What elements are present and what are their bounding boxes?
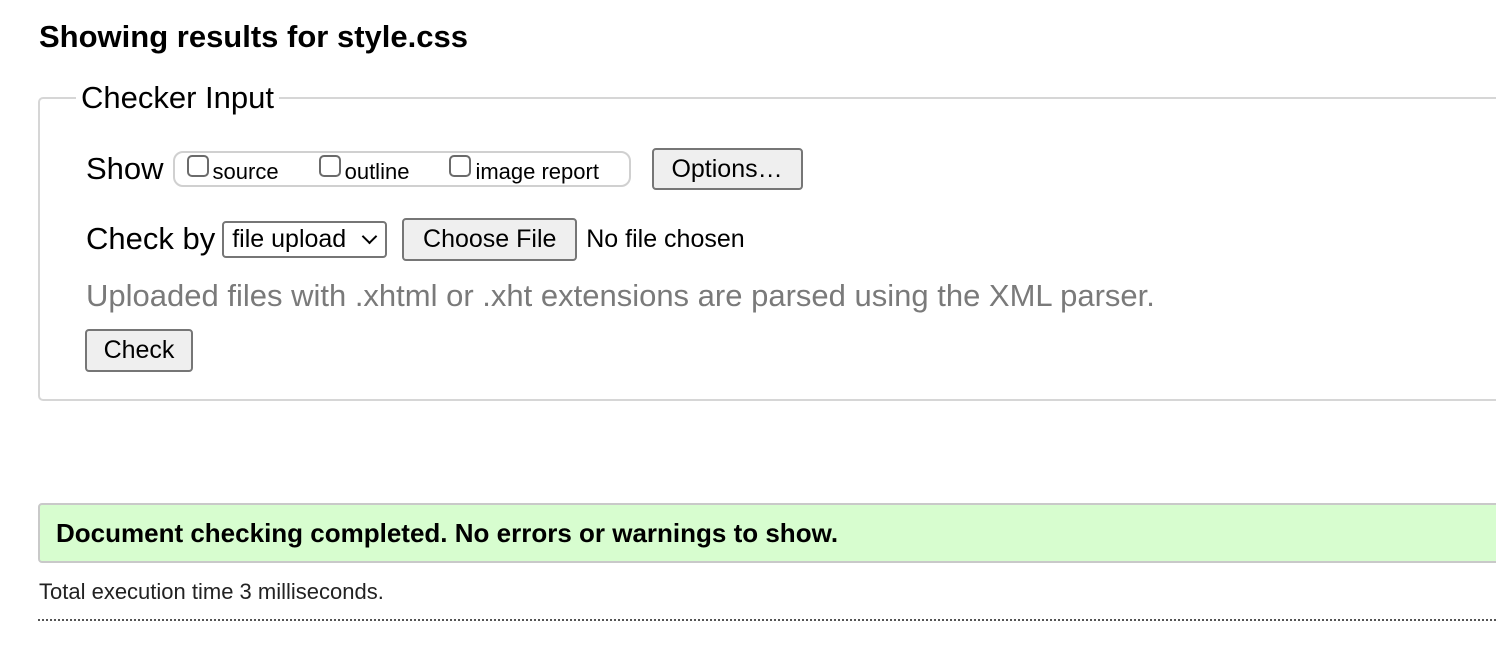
show-outline-option[interactable]: outline bbox=[318, 153, 410, 185]
page: Showing results for style.css Checker In… bbox=[0, 0, 1496, 660]
execution-time: Total execution time 3 milliseconds. bbox=[39, 579, 384, 604]
show-source-option[interactable]: source bbox=[186, 153, 279, 185]
dotted-divider bbox=[38, 619, 1496, 621]
checker-input-legend: Checker Input bbox=[76, 78, 279, 118]
success-message-box: Document checking completed. No errors o… bbox=[38, 503, 1496, 563]
show-options-group: source outline image report bbox=[172, 151, 631, 187]
chevron-down-icon[interactable] bbox=[361, 228, 378, 244]
outline-checkbox[interactable] bbox=[318, 155, 341, 177]
no-file-chosen-text: No file chosen bbox=[586, 224, 745, 253]
check-button[interactable]: Check bbox=[85, 329, 193, 372]
outline-label[interactable]: outline bbox=[345, 159, 410, 185]
show-label: Show bbox=[86, 151, 164, 186]
options-button[interactable]: Options… bbox=[651, 148, 803, 190]
check-by-row: Check by file upload Choose File No file… bbox=[86, 216, 745, 262]
source-label[interactable]: source bbox=[213, 159, 279, 185]
check-by-label: Check by bbox=[86, 221, 216, 256]
image-report-checkbox[interactable] bbox=[449, 155, 472, 177]
source-checkbox[interactable] bbox=[186, 155, 209, 177]
choose-file-button[interactable]: Choose File bbox=[402, 217, 578, 261]
check-by-selected-value[interactable]: file upload bbox=[232, 225, 346, 254]
page-title: Showing results for style.css bbox=[39, 19, 468, 54]
upload-hint: Uploaded files with .xhtml or .xht exten… bbox=[86, 278, 1155, 313]
show-image-report-option[interactable]: image report bbox=[449, 153, 599, 185]
success-message: Document checking completed. No errors o… bbox=[56, 517, 839, 548]
show-row: Show source outline image report Options… bbox=[86, 146, 803, 192]
image-report-label[interactable]: image report bbox=[475, 159, 599, 185]
check-by-select[interactable]: file upload bbox=[222, 220, 388, 258]
